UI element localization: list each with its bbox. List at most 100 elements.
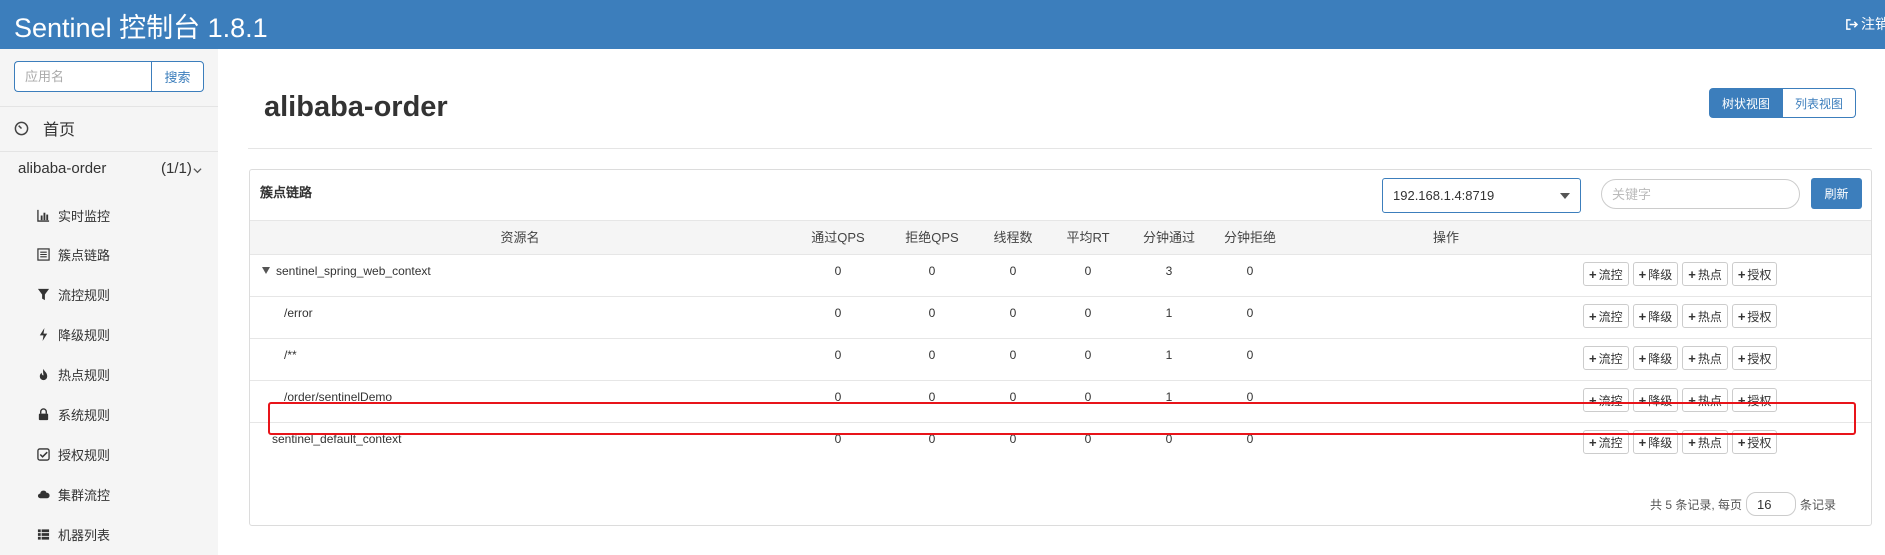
sidebar-item-auth-rules[interactable]: 授权规则	[36, 443, 110, 465]
table-row: sentinel_spring_web_context 0 0 0 0 3 0 …	[250, 255, 1871, 297]
sign-out-icon	[1846, 18, 1858, 30]
plus-icon: +	[1589, 308, 1597, 324]
col-min-block: 分钟拒绝	[1223, 230, 1277, 245]
cell-min-pass: 1	[1165, 348, 1173, 362]
resource-name[interactable]: /**	[284, 348, 297, 362]
main-content: alibaba-order 树状视图 列表视图 簇点链路 192.168.1.4…	[218, 49, 1885, 555]
list-icon	[36, 247, 50, 261]
view-toggle: 树状视图 列表视图	[1709, 88, 1857, 118]
sidebar-item-flow-rules[interactable]: 流控规则	[36, 283, 110, 305]
plus-icon: +	[1737, 308, 1746, 324]
col-resource: 资源名	[500, 230, 540, 245]
logout-button[interactable]: 注销	[1845, 14, 1885, 34]
plus-icon: +	[1638, 350, 1647, 366]
app-search-input[interactable]	[14, 61, 151, 92]
cell-min-block: 0	[1246, 264, 1254, 278]
row-actions: + 流控 + 降级 + 热点 + 授权	[1583, 304, 1778, 328]
cell-pass-qps: 0	[834, 348, 842, 362]
auth-rule-button[interactable]: + 授权	[1731, 346, 1778, 370]
sidebar-item-system-rules[interactable]: 系统规则	[36, 403, 110, 425]
sidebar-item-home[interactable]: 首页	[14, 117, 75, 139]
resource-name[interactable]: /error	[284, 306, 313, 320]
pager-prefix: 共 5 条记录, 每页	[1650, 497, 1743, 512]
filter-icon	[37, 288, 49, 300]
plus-icon: +	[1688, 266, 1696, 282]
sidebar-item-cluster-flow[interactable]: 集群流控	[36, 483, 110, 505]
sidebar-app-alibaba-order[interactable]: alibaba-order (1/1)	[0, 156, 218, 186]
app-machine-count: (1/1)	[161, 160, 192, 177]
table-row: /error 0 0 0 0 1 0 + 流控 + 降级 + 热点 + 授权	[250, 297, 1871, 339]
resource-name[interactable]: sentinel_spring_web_context	[262, 264, 431, 278]
tree-toggle-icon[interactable]	[262, 267, 270, 275]
pagination: 共 5 条记录, 每页 16 条记录	[1650, 492, 1836, 516]
app-title: Sentinel 控制台 1.8.1	[14, 13, 268, 43]
machine-select[interactable]: 192.168.1.4:8719	[1382, 178, 1581, 213]
cell-pass-qps: 0	[834, 306, 842, 320]
degrade-rule-button[interactable]: + 降级	[1632, 346, 1679, 370]
title-divider	[248, 148, 1872, 149]
table-row: /** 0 0 0 0 1 0 + 流控 + 降级 + 热点 + 授权	[250, 339, 1871, 381]
cell-min-block: 0	[1246, 306, 1254, 320]
col-threads: 线程数	[993, 230, 1033, 245]
panel-title: 簇点链路	[260, 185, 313, 200]
page-size-input[interactable]: 16	[1746, 492, 1797, 516]
lock-icon	[38, 407, 48, 420]
sidebar-item-cluster-point-link[interactable]: 簇点链路	[36, 243, 110, 265]
refresh-button[interactable]: 刷新	[1811, 178, 1862, 209]
cell-block-qps: 0	[928, 264, 936, 278]
list-view-button[interactable]: 列表视图	[1783, 88, 1857, 118]
col-min-pass: 分钟通过	[1142, 230, 1196, 245]
sidebar-item-realtime-monitor[interactable]: 实时监控	[36, 204, 110, 226]
flow-rule-button[interactable]: + 流控	[1583, 346, 1629, 370]
plus-icon: +	[1688, 308, 1696, 324]
cell-threads: 0	[1009, 306, 1017, 320]
cell-avg-rt: 0	[1084, 264, 1092, 278]
degrade-rule-button[interactable]: + 降级	[1632, 304, 1679, 328]
plus-icon: +	[1589, 434, 1597, 450]
cloud-icon	[37, 490, 50, 498]
check-square-icon	[36, 447, 50, 461]
plus-icon: +	[1688, 434, 1696, 450]
hot-rule-button[interactable]: + 热点	[1682, 262, 1728, 286]
sidebar-home-label: 首页	[43, 122, 76, 139]
flash-icon	[39, 327, 47, 341]
sidebar-item-hotspot-rules[interactable]: 热点规则	[36, 363, 110, 385]
cell-threads: 0	[1009, 264, 1017, 278]
auth-rule-button[interactable]: + 授权	[1731, 304, 1778, 328]
cell-block-qps: 0	[928, 306, 936, 320]
menu-label: 实时监控	[58, 208, 111, 224]
row-actions: + 流控 + 降级 + 热点 + 授权	[1583, 262, 1778, 286]
app-search: 搜索	[14, 61, 204, 92]
bar-chart-icon	[36, 209, 49, 222]
page-title: alibaba-order	[264, 91, 448, 123]
hot-rule-button[interactable]: + 热点	[1682, 346, 1728, 370]
sidebar-divider	[0, 106, 218, 107]
flow-rule-button[interactable]: + 流控	[1583, 304, 1629, 328]
sidebar-divider	[0, 151, 218, 152]
menu-label: 降级规则	[58, 327, 111, 343]
menu-label: 集群流控	[58, 487, 111, 503]
keyword-input[interactable]	[1601, 179, 1800, 209]
tree-view-button[interactable]: 树状视图	[1709, 88, 1784, 118]
flow-rule-button[interactable]: + 流控	[1583, 262, 1629, 286]
degrade-rule-button[interactable]: + 降级	[1632, 262, 1679, 286]
logout-label: 注销	[1861, 16, 1885, 32]
plus-icon: +	[1638, 308, 1647, 324]
th-list-icon	[37, 528, 49, 540]
cell-min-block: 0	[1246, 348, 1254, 362]
app-search-button[interactable]: 搜索	[151, 61, 204, 92]
fire-icon	[39, 368, 47, 380]
col-block-qps: 拒绝QPS	[905, 230, 959, 245]
caret-down-icon	[1560, 192, 1570, 199]
plus-icon: +	[1737, 434, 1746, 450]
auth-rule-button[interactable]: + 授权	[1731, 262, 1778, 286]
menu-label: 簇点链路	[58, 247, 111, 263]
sidebar-item-degrade-rules[interactable]: 降级规则	[36, 323, 110, 345]
hot-rule-button[interactable]: + 热点	[1682, 304, 1728, 328]
sidebar: 搜索 首页 alibaba-order (1/1) 实时监控 簇点链路 流控规则…	[0, 49, 218, 555]
table-header: 资源名 通过QPS 拒绝QPS 线程数 平均RT 分钟通过 分钟拒绝 操作	[250, 220, 1871, 255]
menu-label: 机器列表	[58, 527, 111, 543]
plus-icon: +	[1589, 266, 1597, 282]
highlight-box	[268, 402, 1856, 435]
sidebar-item-machine-list[interactable]: 机器列表	[36, 523, 110, 545]
